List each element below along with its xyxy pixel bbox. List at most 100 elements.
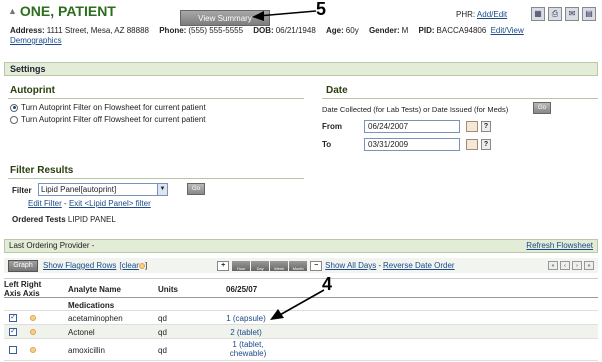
edit-filter-link[interactable]: Edit Filter — [28, 199, 62, 208]
clear-link[interactable]: [clear — [119, 261, 139, 270]
calendar-icon[interactable] — [466, 121, 478, 132]
calendar-icon[interactable] — [466, 139, 478, 150]
pid-value: BACCA94806 — [436, 26, 487, 35]
last-provider-label: Last Ordering Provider - — [9, 241, 95, 250]
row-checkbox[interactable]: ✓ — [9, 328, 17, 336]
date-title: Date — [326, 85, 348, 96]
age-value: 60y — [345, 26, 359, 35]
reverse-date-order-link[interactable]: Reverse Date Order — [383, 261, 455, 270]
callout-5-arrow — [252, 10, 317, 21]
autoprint-title: Autoprint — [10, 85, 55, 96]
filter-select[interactable]: Lipid Panel[autoprint] ▼ — [38, 183, 168, 196]
col-date[interactable]: 06/25/07 — [226, 285, 257, 294]
graph-button[interactable]: Graph — [8, 259, 38, 272]
result-value[interactable]: 2 (tablet) — [216, 328, 276, 337]
clear-flags: [clear] — [119, 261, 147, 270]
analyte-name: Actonel — [68, 328, 95, 337]
first-page-icon[interactable]: « — [548, 261, 558, 270]
next-page-icon[interactable]: › — [572, 261, 582, 270]
phone-label: Phone: — [159, 26, 187, 35]
from-date-input[interactable]: 06/24/2007 — [364, 120, 460, 133]
filter-results-title: Filter Results — [10, 165, 74, 176]
period-buttons: Hour Day Week Month — [232, 260, 308, 271]
period-week[interactable]: Week — [270, 260, 289, 271]
col-analyte[interactable]: Analyte Name — [68, 285, 121, 294]
autoprint-off-option[interactable]: Turn Autoprint Filter off Flowsheet for … — [10, 115, 206, 124]
to-help-button[interactable]: ? — [481, 139, 491, 150]
show-all-days-link[interactable]: Show All Days — [325, 261, 376, 270]
document-icon[interactable]: ▤ — [582, 7, 596, 21]
flowsheet-toolbar: Graph Show Flagged Rows [clear] + Hour D… — [4, 258, 598, 273]
analyte-name: amoxicillin — [68, 346, 105, 355]
filter-go-button[interactable]: Go — [187, 183, 205, 195]
print-icon[interactable]: ⎙ — [548, 7, 562, 21]
autoprint-on-radio[interactable] — [10, 103, 18, 112]
exit-filter-link[interactable]: Exit <Lipid Panel> filter — [69, 199, 151, 208]
patient-info: Address: 1111 Street, Mesa, AZ 88888 Phon… — [10, 26, 570, 35]
autoprint-off-radio[interactable] — [10, 115, 18, 124]
flag-dot-icon[interactable] — [30, 315, 36, 321]
phr-add-edit-link[interactable]: Add/Edit — [477, 10, 507, 19]
period-day[interactable]: Day — [251, 260, 270, 271]
autoprint-on-option[interactable]: Turn Autoprint Filter on Flowsheet for c… — [10, 103, 206, 112]
date-divider — [322, 98, 598, 99]
filter-link-separator: - — [64, 199, 67, 208]
grid-icon[interactable]: ▦ — [531, 7, 545, 21]
flag-dot-icon[interactable] — [30, 329, 36, 335]
table-row: ✓ Actonel qd 2 (tablet) — [4, 325, 598, 339]
row-checkbox[interactable] — [9, 346, 17, 354]
from-help-button[interactable]: ? — [481, 121, 491, 132]
patient-name-text: ONE, PATIENT — [19, 3, 116, 19]
autoprint-divider — [8, 98, 304, 99]
date-description: Date Collected (for Lab Tests) or Date I… — [322, 105, 509, 114]
last-page-icon[interactable]: » — [584, 261, 594, 270]
units-value: qd — [158, 314, 167, 323]
pid-label: PID: — [418, 26, 435, 35]
period-hour[interactable]: Hour — [232, 260, 251, 271]
table-row: amoxicillin qd 1 (tablet, chewable) — [4, 339, 598, 361]
to-label: To — [322, 140, 332, 149]
nav-buttons: « ‹ › » — [548, 261, 594, 270]
address-label: Address: — [10, 26, 45, 35]
clear-end: ] — [144, 261, 148, 270]
header-icons: ▦ ⎙ ✉ ▤ — [531, 7, 596, 21]
result-value[interactable]: 1 (tablet, chewable) — [220, 340, 276, 358]
col-axis-axis: Axis Axis — [4, 289, 40, 298]
period-month[interactable]: Month — [289, 260, 308, 271]
row-checkbox[interactable]: ✓ — [9, 314, 17, 322]
email-icon[interactable]: ✉ — [565, 7, 579, 21]
filter-links: Edit Filter - Exit <Lipid Panel> filter — [28, 199, 151, 208]
address-value: 1111 Street, Mesa, AZ 88888 — [46, 26, 149, 35]
toolbar-separator: - — [378, 261, 381, 270]
phr-label: PHR: — [456, 10, 476, 19]
result-value[interactable]: 1 (capsule) — [216, 314, 276, 323]
to-date-input[interactable]: 03/31/2009 — [364, 138, 460, 151]
plus-icon[interactable]: + — [217, 260, 230, 271]
chevron-down-icon: ▼ — [157, 184, 167, 195]
autoprint-off-label: Turn Autoprint Filter off Flowsheet for … — [21, 115, 206, 124]
date-go-button[interactable]: Go — [533, 102, 551, 114]
prev-page-icon[interactable]: ‹ — [560, 261, 570, 270]
demographics-link[interactable]: Demographics — [10, 36, 62, 45]
refresh-flowsheet-link[interactable]: Refresh Flowsheet — [526, 240, 593, 252]
autoprint-on-label: Turn Autoprint Filter on Flowsheet for c… — [21, 103, 206, 112]
minus-icon[interactable]: − — [310, 260, 323, 271]
gender-value: M — [401, 26, 409, 35]
flowsheet-header: Last Ordering Provider - Refresh Flowshe… — [4, 239, 598, 253]
patient-name: ▲ ONE, PATIENT — [8, 3, 116, 19]
filter-selected-value: Lipid Panel[autoprint] — [41, 185, 117, 194]
units-value: qd — [158, 328, 167, 337]
show-flagged-link[interactable]: Show Flagged Rows — [43, 261, 116, 270]
ordered-tests-value: LIPID PANEL — [67, 215, 116, 224]
from-label: From — [322, 122, 342, 131]
filter-label: Filter — [12, 186, 32, 195]
col-units[interactable]: Units — [158, 285, 178, 294]
edit-view-link[interactable]: Edit/View — [491, 26, 524, 35]
gender-label: Gender: — [368, 26, 400, 35]
pin-icon: ▲ — [8, 6, 17, 16]
flag-dot-icon[interactable] — [30, 347, 36, 353]
flag-dot-icon — [138, 263, 145, 269]
callout-4-arrow — [270, 289, 325, 320]
ordered-tests-label: Ordered Tests — [12, 215, 66, 224]
units-value: qd — [158, 346, 167, 355]
